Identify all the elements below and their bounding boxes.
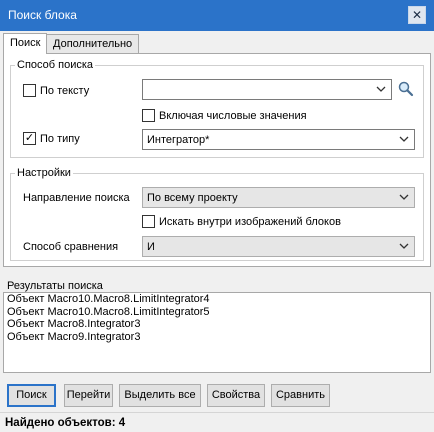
tab-advanced[interactable]: Дополнительно xyxy=(46,34,140,53)
status-bar: Найдено объектов: 4 xyxy=(0,412,434,432)
tab-search-label: Поиск xyxy=(10,37,41,49)
select-all-button-label: Выделить все xyxy=(124,389,196,401)
chevron-down-icon[interactable] xyxy=(399,241,409,251)
comparison-combo[interactable]: И xyxy=(142,236,415,257)
block-type-value: Интегратор* xyxy=(147,134,210,146)
list-item[interactable]: Объект Macro9.Integrator3 xyxy=(4,331,430,344)
status-text: Найдено объектов: 4 xyxy=(5,417,126,429)
direction-label: Направление поиска xyxy=(23,192,130,204)
results-list[interactable]: Объект Macro10.Macro8.LimitIntegrator4 О… xyxy=(3,292,431,373)
by-text-checkbox[interactable] xyxy=(23,84,36,97)
settings-group: Настройки Направление поиска По всему пр… xyxy=(10,167,424,261)
include-numeric-label: Включая числовые значения xyxy=(159,110,307,122)
properties-button[interactable]: Свойства xyxy=(207,384,265,407)
chevron-down-icon[interactable] xyxy=(399,134,409,144)
properties-button-label: Свойства xyxy=(211,389,261,401)
by-type-label: По типу xyxy=(40,133,80,145)
magnifier-icon[interactable] xyxy=(397,80,415,98)
settings-title: Настройки xyxy=(15,167,73,179)
window-title: Поиск блока xyxy=(8,8,77,22)
comparison-label: Способ сравнения xyxy=(23,241,119,253)
list-item[interactable]: Объект Macro10.Macro8.LimitIntegrator4 xyxy=(4,293,430,306)
select-all-button[interactable]: Выделить все xyxy=(119,384,201,407)
search-tab-panel: Способ поиска По тексту Включая числовые… xyxy=(3,53,431,267)
chevron-down-icon[interactable] xyxy=(376,84,386,94)
compare-button-label: Сравнить xyxy=(275,389,325,401)
chevron-down-icon[interactable] xyxy=(399,192,409,202)
list-item[interactable]: Объект Macro10.Macro8.LimitIntegrator5 xyxy=(4,306,430,319)
title-bar: Поиск блока ✕ xyxy=(0,0,434,31)
goto-button-label: Перейти xyxy=(66,389,111,401)
direction-value: По всему проекту xyxy=(147,192,238,204)
search-in-images-checkbox[interactable] xyxy=(142,215,155,228)
search-method-group: Способ поиска По тексту Включая числовые… xyxy=(10,59,424,158)
tab-advanced-label: Дополнительно xyxy=(53,38,133,50)
block-type-combo[interactable]: Интегратор* xyxy=(142,129,415,150)
goto-button[interactable]: Перейти xyxy=(64,384,113,407)
list-item[interactable]: Объект Macro8.Integrator3 xyxy=(4,318,430,331)
search-text-combo[interactable] xyxy=(142,79,392,100)
results-label: Результаты поиска xyxy=(7,280,103,292)
search-in-images-label: Искать внутри изображений блоков xyxy=(159,216,341,228)
by-type-checkbox[interactable]: ✓ xyxy=(23,132,36,145)
search-button-label: Поиск xyxy=(16,389,47,401)
include-numeric-checkbox[interactable] xyxy=(142,109,155,122)
by-text-label: По тексту xyxy=(40,85,90,97)
close-button[interactable]: ✕ xyxy=(408,6,426,24)
comparison-value: И xyxy=(147,241,155,253)
compare-button[interactable]: Сравнить xyxy=(271,384,330,407)
search-method-title: Способ поиска xyxy=(15,59,96,71)
close-icon: ✕ xyxy=(411,8,423,22)
search-button[interactable]: Поиск xyxy=(7,384,56,407)
direction-combo[interactable]: По всему проекту xyxy=(142,187,415,208)
tab-search[interactable]: Поиск xyxy=(3,33,48,54)
